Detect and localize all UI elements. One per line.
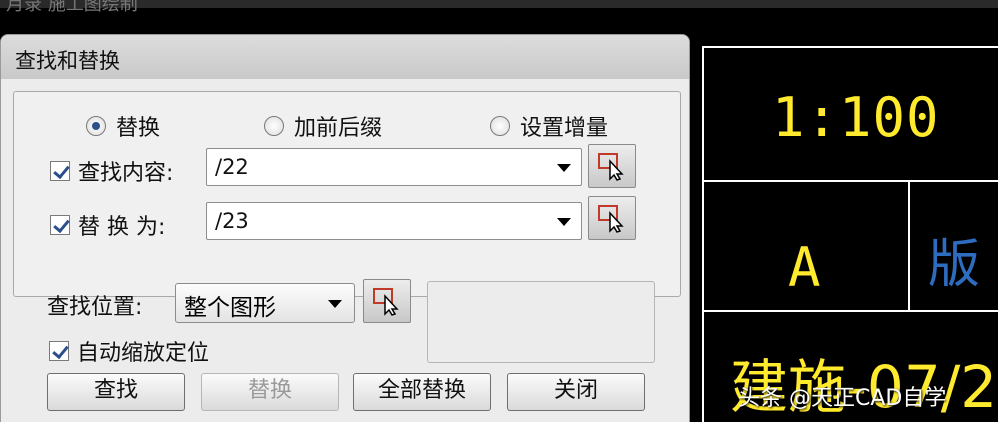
find-content-label: 查找内容: [78, 161, 174, 186]
radio-indicator [490, 116, 510, 136]
background-window-strip: 月录 施工图绘制 [0, 0, 998, 15]
radio-indicator [264, 116, 284, 136]
preview-panel [427, 281, 655, 363]
drawing-scale-text: 1:100 [772, 86, 940, 149]
pick-area-button[interactable] [363, 279, 411, 323]
checkbox-box [50, 161, 70, 181]
cad-drawing-canvas[interactable]: 1:100 A 版 建施-07/22 [690, 8, 998, 422]
replace-with-label: 替 换 为: [78, 215, 166, 240]
find-button[interactable]: 查找 [47, 373, 185, 411]
find-content-value: /22 [215, 155, 249, 179]
radio-set-increment[interactable]: 设置增量 [490, 110, 608, 142]
radio-replace[interactable]: 替换 [86, 110, 160, 142]
radio-add-prefix-suffix[interactable]: 加前后缀 [264, 110, 382, 142]
radio-label: 替换 [116, 116, 161, 141]
radio-label: 设置增量 [520, 116, 609, 141]
pick-cursor-icon [598, 205, 624, 233]
replace-all-button[interactable]: 全部替换 [353, 373, 491, 411]
search-location-label: 查找位置: [47, 295, 143, 320]
find-content-combo[interactable]: /22 [206, 148, 582, 186]
dropdown-arrow-icon [328, 300, 342, 308]
options-group: 替换 加前后缀 设置增量 查找内容: /22 替 换 为: /23 [13, 91, 681, 297]
replace-with-combo[interactable]: /23 [206, 202, 582, 240]
replace-with-value: /23 [215, 209, 249, 233]
dialog-title: 查找和替换 [15, 49, 120, 73]
frame-line [702, 46, 704, 422]
checkbox-box [50, 215, 70, 235]
close-button[interactable]: 关闭 [507, 373, 645, 411]
pick-cursor-icon [598, 153, 624, 181]
dropdown-arrow-icon[interactable] [557, 218, 571, 226]
replace-with-checkbox[interactable]: 替 换 为: [50, 209, 165, 241]
find-content-checkbox[interactable]: 查找内容: [50, 155, 173, 187]
radio-indicator [86, 116, 106, 136]
pick-replace-from-drawing-button[interactable] [588, 196, 636, 240]
search-location-select[interactable]: 整个图形 [175, 283, 355, 323]
drawing-version-label: 版 [928, 235, 981, 295]
auto-zoom-label: 自动缩放定位 [77, 341, 210, 366]
pick-cursor-icon [373, 288, 399, 316]
find-replace-dialog: 查找和替换 替换 加前后缀 设置增量 查找内容: /22 替 换 为: /23 … [0, 34, 690, 422]
search-location-value: 整个图形 [184, 295, 276, 321]
replace-button[interactable]: 替换 [201, 373, 339, 411]
pick-find-from-drawing-button[interactable] [588, 144, 636, 188]
background-window-title: 月录 施工图绘制 [6, 0, 138, 15]
dialog-titlebar[interactable]: 查找和替换 [1, 35, 689, 79]
frame-line [702, 46, 998, 48]
drawing-version-letter: A [788, 236, 821, 299]
auto-zoom-checkbox[interactable]: 自动缩放定位 [49, 335, 209, 367]
frame-line [908, 180, 910, 310]
radio-label: 加前后缀 [294, 116, 383, 141]
watermark-text: 头条 @天正CAD自学 [738, 386, 947, 411]
checkbox-box [49, 341, 69, 361]
frame-line [702, 310, 998, 312]
frame-line [702, 180, 998, 182]
dropdown-arrow-icon[interactable] [557, 164, 571, 172]
